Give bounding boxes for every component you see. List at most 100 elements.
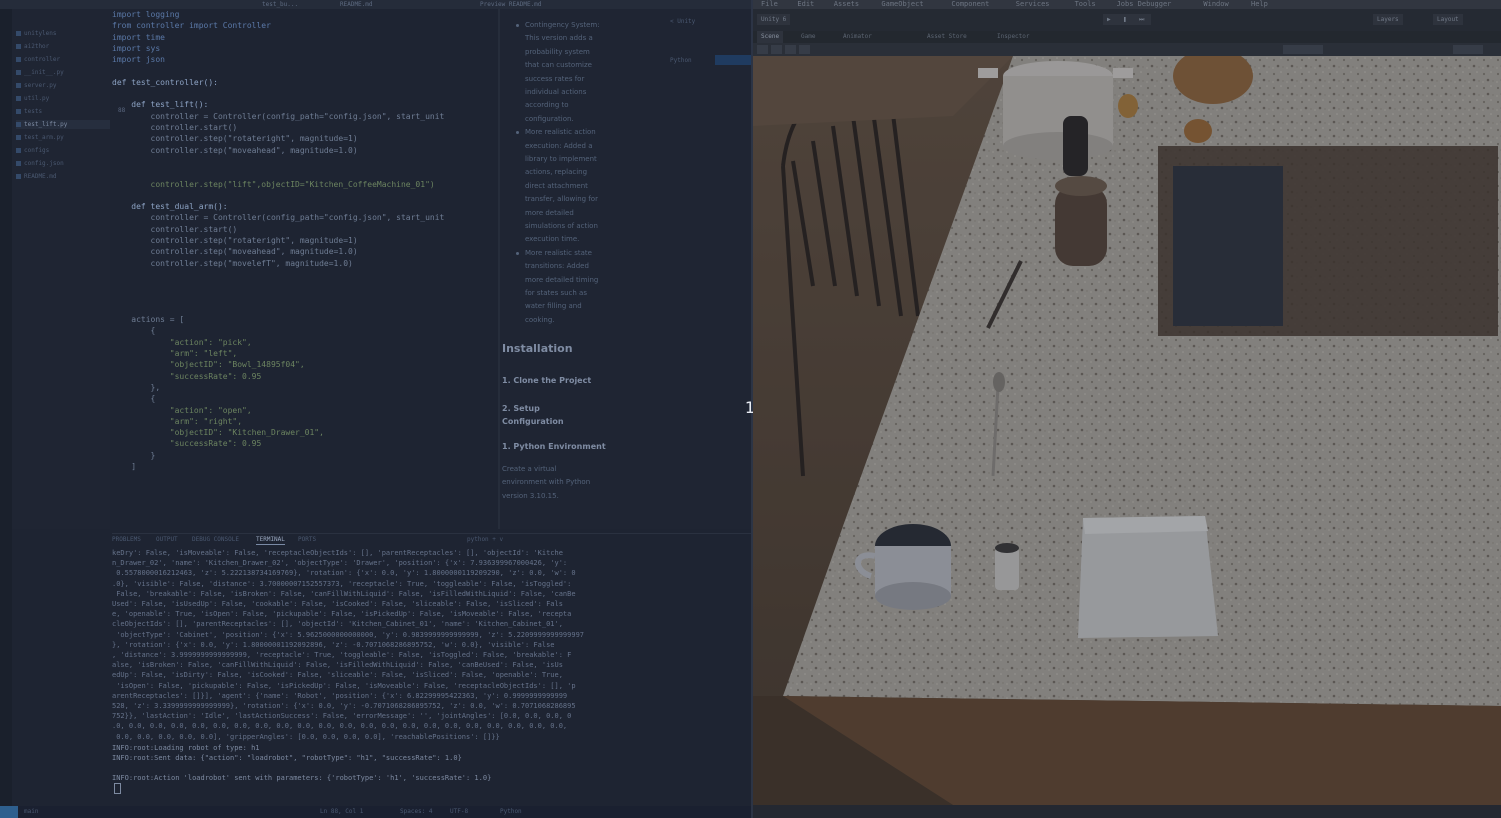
tab-test-file[interactable]: test_bu... — [262, 0, 298, 9]
code-text: import time — [112, 32, 165, 42]
sidebar-item[interactable]: __init__.py — [16, 68, 110, 77]
panel-tab[interactable]: PROBLEMS — [112, 535, 141, 544]
unity-menu-item[interactable]: Assets — [834, 0, 859, 9]
code-line: { — [112, 393, 500, 404]
clone-heading: 1. Clone the Project — [502, 376, 592, 385]
bullet-text: cooking. — [525, 314, 615, 327]
unity-tab[interactable]: Inspector — [993, 31, 1034, 43]
unity-menu-item[interactable]: Jobs Debugger — [1117, 0, 1172, 9]
activity-bar — [0, 9, 12, 809]
file-icon — [16, 148, 21, 153]
sidebar-item-label: tests — [24, 108, 43, 115]
setup-heading: 2. Setup — [502, 404, 540, 413]
status-item[interactable]: Spaces: 4 — [400, 806, 433, 818]
sidebar-item-label: ai2thor — [24, 43, 50, 50]
unity-menu-item[interactable]: File — [761, 0, 778, 9]
sidebar-item[interactable]: server.py — [16, 81, 110, 90]
code-text: import json — [112, 55, 165, 65]
bullet-line: individual actions — [525, 88, 587, 96]
sidebar-item[interactable]: controller — [16, 55, 110, 64]
panel-tab[interactable]: TERMINAL — [256, 535, 285, 545]
terminal-profile-dropdown[interactable]: python + v — [467, 535, 503, 544]
code-area[interactable]: import logging from controller import Con… — [112, 9, 500, 529]
unity-menu-item[interactable]: Edit — [797, 0, 814, 9]
unity-account-button[interactable]: Unity 6 — [757, 14, 791, 25]
unity-toolbar: Unity 6 ▶ ❚ ⏭ Layers Layout — [753, 9, 1501, 31]
shading-mode-dropdown[interactable] — [1283, 45, 1323, 54]
unity-tab[interactable]: Animator — [839, 31, 876, 43]
panel-tab[interactable]: DEBUG CONSOLE — [192, 535, 239, 544]
unity-tab[interactable]: Scene — [757, 31, 784, 43]
sidebar-item[interactable]: test_arm.py — [16, 133, 110, 142]
sidebar-item-label: README.md — [24, 173, 57, 180]
code-text: } — [112, 450, 156, 460]
status-item[interactable]: UTF-8 — [450, 806, 468, 818]
move-tool-icon[interactable] — [771, 45, 782, 54]
status-item[interactable]: Ln 88, Col 1 — [320, 806, 363, 818]
sidebar-item-label: config.json — [24, 160, 64, 167]
unity-menu-bar: File Edit Assets GameObject Component Service… — [753, 0, 1501, 9]
code-line: controller.step("rotateright", magnitude… — [112, 235, 500, 246]
bullet-text: transitions: Added — [525, 260, 615, 273]
status-item[interactable]: main — [24, 806, 38, 818]
sidebar-item[interactable]: util.py — [16, 94, 110, 103]
sidebar-item[interactable]: configs — [16, 146, 110, 155]
sidebar-item[interactable]: test_lift.py — [16, 120, 110, 129]
scale-tool-icon[interactable] — [799, 45, 810, 54]
bullet-text: water filling and — [525, 300, 615, 313]
sidebar-item[interactable]: README.md — [16, 172, 110, 181]
bullet-line: cooking. — [525, 315, 555, 324]
bullet-heading: Contingency System: — [516, 19, 615, 32]
code-text: "arm": "right", — [112, 416, 243, 426]
bullet-heading: More realistic action — [516, 126, 615, 139]
bullet-dot — [516, 251, 519, 255]
tab-readme[interactable]: README.md — [340, 0, 373, 9]
layout-dropdown[interactable]: Layout — [1433, 14, 1463, 25]
bullet-text: success rates for — [525, 73, 615, 86]
tab-preview-readme[interactable]: Preview README.md — [480, 0, 541, 9]
remote-indicator[interactable] — [0, 806, 18, 818]
unity-tab[interactable]: Game — [797, 31, 819, 43]
unity-menu-item[interactable]: GameObject — [881, 0, 923, 9]
unity-menu-item[interactable]: Tools — [1075, 0, 1096, 9]
code-text: controller = Controller(config_path="con… — [112, 111, 445, 121]
kitchen-scene — [753, 56, 1501, 805]
sidebar-item[interactable]: ai2thor — [16, 42, 110, 51]
play-icon[interactable]: ▶ — [1103, 14, 1119, 25]
bullet-text: more detailed — [525, 207, 615, 220]
bullet-line: according to — [525, 101, 569, 110]
panel-tab[interactable]: OUTPUT — [156, 535, 178, 544]
scene-viewport[interactable] — [753, 56, 1501, 805]
code-line: "objectID": "Kitchen_Drawer_01", — [112, 427, 500, 438]
code-text: def test_controller(): — [112, 77, 218, 87]
bullet-text: for states such as — [525, 287, 615, 300]
code-text: controller.step("movelefT", magnitude=1.… — [112, 258, 353, 268]
bullet-text: execution time. — [525, 233, 615, 246]
unity-menu-item[interactable]: Component — [951, 0, 989, 9]
sidebar-item-label: __init__.py — [24, 69, 64, 76]
pause-icon[interactable]: ❚ — [1119, 14, 1135, 25]
scene-view-toolbar — [753, 43, 1501, 56]
terminal-output[interactable]: keDry': False, 'isMoveable': False, 'rec… — [112, 546, 751, 796]
unity-tab[interactable]: Asset Store — [923, 31, 971, 43]
sidebar-item[interactable]: config.json — [16, 159, 110, 168]
hand-tool-icon[interactable] — [757, 45, 768, 54]
step-icon[interactable]: ⏭ — [1135, 14, 1151, 25]
unity-menu-item[interactable]: Help — [1251, 0, 1268, 9]
sidebar-item[interactable]: unitylens — [16, 29, 110, 38]
version-badge — [715, 55, 751, 65]
unity-menu-item[interactable]: Services — [1016, 0, 1050, 9]
bullet-text: execution: Added a — [525, 140, 615, 153]
status-bar — [0, 806, 751, 818]
unity-tab-bar: Scene Game Animator Asset Store Inspector — [753, 31, 1501, 43]
layers-dropdown[interactable]: Layers — [1373, 14, 1403, 25]
panel-tab[interactable]: PORTS — [298, 535, 316, 544]
status-item[interactable]: Python — [500, 806, 522, 818]
preview-toggle[interactable]: < Unity — [670, 18, 730, 26]
rotate-tool-icon[interactable] — [785, 45, 796, 54]
sidebar-item[interactable]: tests — [16, 107, 110, 116]
unity-menu-item[interactable]: Window — [1203, 0, 1228, 9]
code-text: "successRate": 0.95 — [112, 439, 262, 449]
gizmos-dropdown[interactable] — [1453, 45, 1483, 54]
